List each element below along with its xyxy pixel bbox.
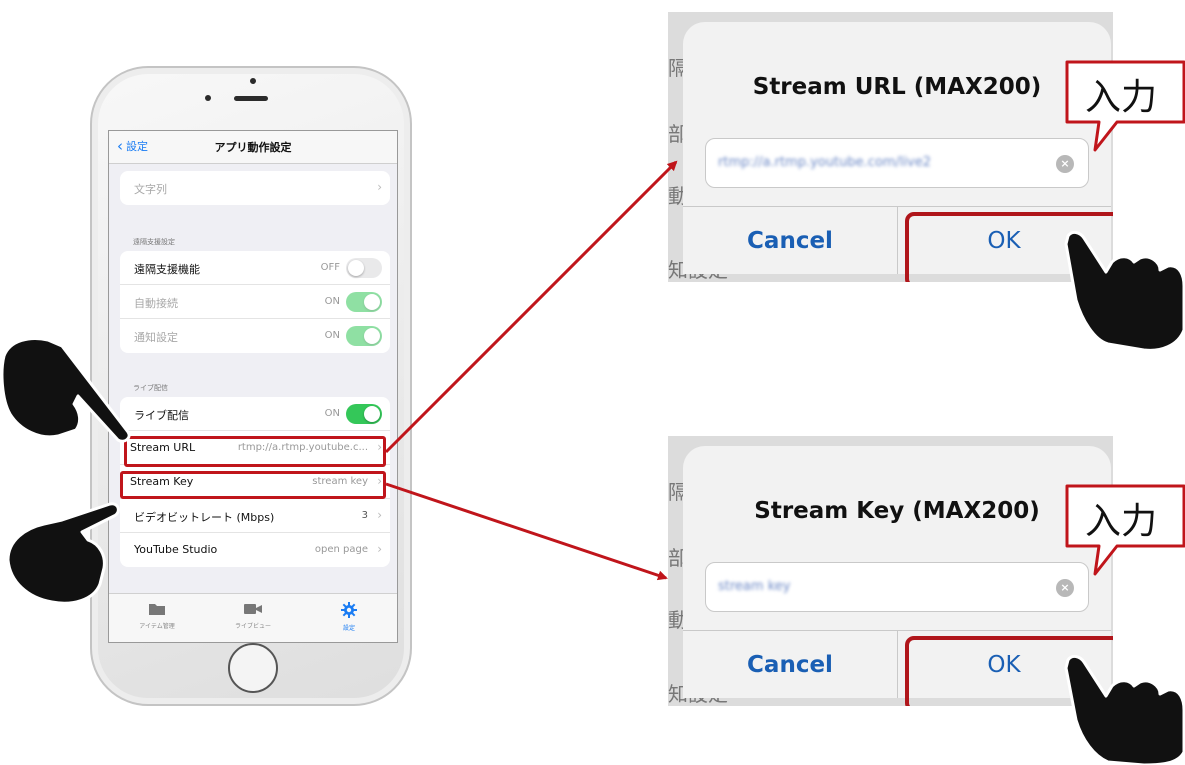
annotation-overlay <box>0 160 1185 765</box>
pointing-hand-icon <box>1064 230 1185 352</box>
pointing-hand-icon <box>0 337 131 443</box>
pointing-hand-icon <box>6 502 120 605</box>
arrow-to-key-dialog <box>385 482 668 581</box>
arrow-to-url-dialog <box>384 160 678 454</box>
pointing-hand-icon <box>1064 654 1185 765</box>
